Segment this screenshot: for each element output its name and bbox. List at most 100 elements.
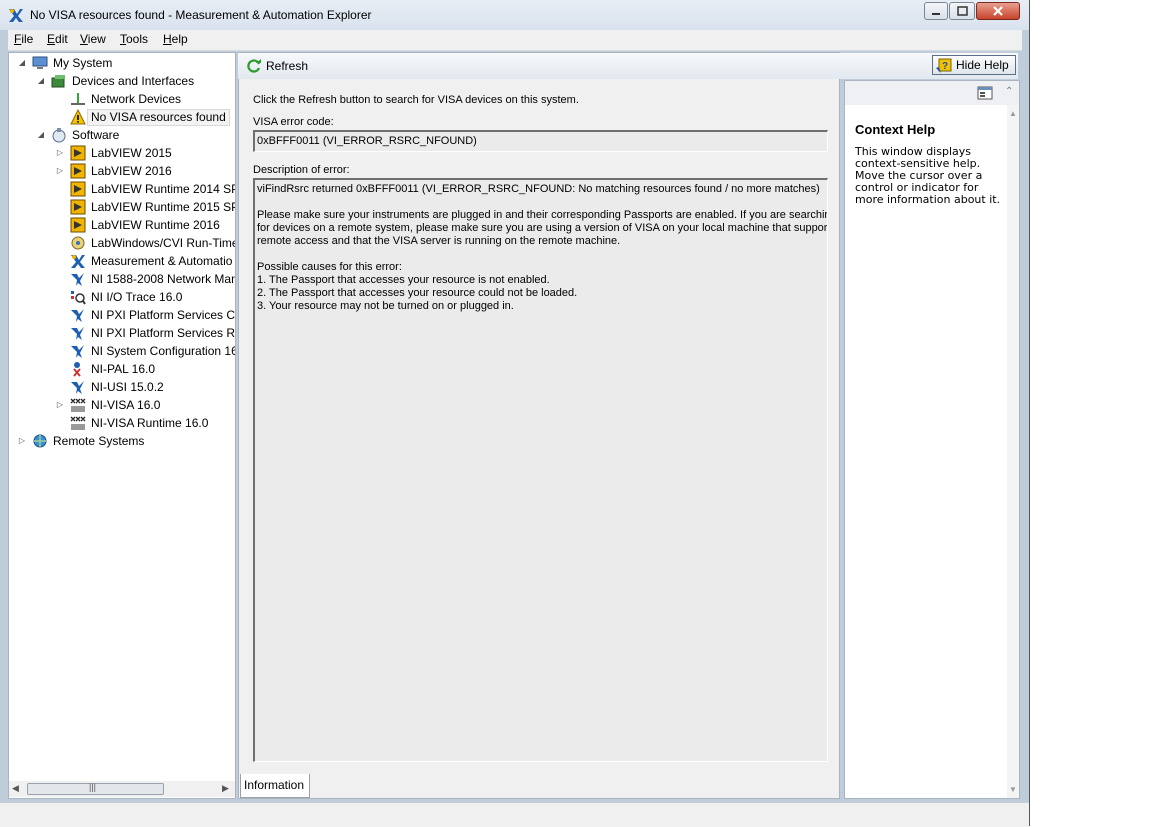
scroll-thumb[interactable]: ||| [27, 782, 164, 795]
tab-information[interactable]: Information [240, 774, 310, 798]
menu-file[interactable]: File [14, 32, 33, 46]
help-pane-header: ⌃ [845, 81, 1019, 105]
error-code-value: 0xBFFF0011 (VI_ERROR_RSRC_NFOUND) [257, 135, 477, 147]
io-trace-icon [71, 291, 86, 305]
configuration-tree[interactable]: ◢ My System ◢ Devices and Interfaces Net… [8, 52, 236, 799]
expand-icon[interactable]: ▷ [55, 162, 65, 180]
tree-label: LabVIEW Runtime 2014 SP1 [91, 182, 236, 196]
tree-label: NI-VISA 16.0 [91, 398, 161, 412]
help-body: This window displays context-sensitive h… [855, 145, 1001, 206]
close-button[interactable] [976, 2, 1020, 20]
collapse-icon[interactable]: ◢ [36, 72, 46, 90]
hide-help-label: Hide Help [956, 58, 1009, 72]
description-line: remote access and that the VISA server i… [257, 235, 621, 247]
tree-label: Measurement & Automatio [91, 254, 233, 268]
max-icon [71, 255, 85, 268]
svg-text:?: ? [942, 61, 948, 72]
tree-label: NI PXI Platform Services Ru [91, 326, 236, 340]
remote-systems-icon [33, 434, 47, 448]
expand-icon[interactable]: ▷ [55, 396, 65, 414]
tree-label: LabWindows/CVI Run-Time [91, 236, 236, 250]
tree-label: LabVIEW Runtime 2016 [91, 218, 220, 232]
app-icon [9, 9, 23, 22]
devices-icon [51, 75, 65, 88]
minimize-button[interactable] [924, 2, 948, 20]
description-line: 2. The Passport that accesses your resou… [257, 287, 578, 299]
collapse-icon[interactable]: ◢ [17, 54, 27, 72]
main-window: No VISA resources found - Measurement & … [0, 0, 1030, 827]
hide-help-button[interactable]: ? Hide Help [932, 55, 1016, 75]
tree-label: No VISA resources found [87, 109, 230, 126]
scroll-up-icon[interactable]: ▲ [1009, 109, 1017, 118]
tree-label: NI I/O Trace 16.0 [91, 290, 183, 304]
help-vertical-scrollbar[interactable]: ▲ ▼ [1007, 105, 1019, 798]
description-field[interactable]: viFindRsrc returned 0xBFFF0011 (VI_ERROR… [253, 178, 828, 762]
labview-runtime-icon [70, 217, 86, 233]
labview-runtime-icon [70, 199, 86, 215]
refresh-label: Refresh [266, 59, 309, 73]
scroll-right-icon[interactable]: ▶ [222, 783, 229, 794]
labview-icon [70, 163, 86, 179]
expand-icon[interactable]: ▷ [17, 432, 27, 450]
description-label: Description of error: [253, 164, 350, 176]
error-code-label: VISA error code: [253, 116, 334, 128]
refresh-icon [247, 59, 261, 73]
labview-runtime-icon [70, 181, 86, 197]
minimize-icon [932, 13, 940, 15]
error-code-field[interactable]: 0xBFFF0011 (VI_ERROR_RSRC_NFOUND) [253, 130, 828, 152]
tree-label: LabVIEW 2016 [91, 164, 172, 178]
description-line: Please make sure your instruments are pl… [257, 209, 828, 221]
help-title: Context Help [855, 122, 936, 137]
description-line: 3. Your resource may not be turned on or… [257, 300, 514, 312]
tab-label: Information [244, 778, 305, 792]
tree-label: Network Devices [91, 92, 182, 106]
title-bar: No VISA resources found - Measurement & … [0, 0, 1029, 30]
maximize-button[interactable] [949, 2, 975, 20]
tree-label: NI-VISA Runtime 16.0 [91, 416, 209, 430]
ni-eagle-icon [71, 381, 84, 394]
tree-label: LabVIEW Runtime 2015 SP1 [91, 200, 236, 214]
window-title: No VISA resources found - Measurement & … [30, 8, 372, 22]
tree-label: NI-USI 15.0.2 [91, 380, 164, 394]
ni-eagle-icon [71, 273, 84, 286]
help-icon: ? [936, 58, 952, 73]
maximize-icon [957, 6, 968, 16]
tree-horizontal-scrollbar[interactable]: ◀ ||| ▶ [9, 781, 235, 797]
collapse-icon[interactable]: ◢ [36, 126, 46, 144]
toolbar: Refresh ? Hide Help [238, 53, 1018, 79]
ni-visa-icon [70, 398, 86, 412]
chevron-up-icon[interactable]: ⌃ [1005, 86, 1013, 97]
refresh-button[interactable]: Refresh [244, 57, 308, 75]
menu-help[interactable]: Help [163, 32, 188, 46]
description-line: viFindRsrc returned 0xBFFF0011 (VI_ERROR… [257, 183, 820, 195]
ni-eagle-icon [71, 327, 84, 340]
scroll-left-icon[interactable]: ◀ [12, 783, 19, 794]
description-line: for devices on a remote system, please m… [257, 222, 828, 234]
network-icon [71, 93, 85, 105]
tree-label: NI System Configuration 16 [91, 344, 236, 358]
help-window-icon[interactable] [977, 85, 993, 101]
intro-text: Click the Refresh button to search for V… [253, 94, 579, 106]
tree-label: NI-PAL 16.0 [91, 362, 156, 376]
menu-view[interactable]: View [80, 32, 106, 46]
computer-icon [32, 56, 48, 69]
description-line: Possible causes for this error: [257, 261, 402, 273]
menu-tools[interactable]: Tools [120, 32, 148, 46]
menu-bar: File Edit View Tools Help [8, 30, 1022, 51]
description-line: 1. The Passport that accesses your resou… [257, 274, 550, 286]
menu-edit[interactable]: Edit [47, 32, 68, 46]
tree-label: Devices and Interfaces [72, 74, 195, 88]
ni-eagle-icon [71, 309, 84, 322]
expand-icon[interactable]: ▷ [55, 144, 65, 162]
tree-label: LabVIEW 2015 [91, 146, 172, 160]
ni-visa-icon [70, 416, 86, 430]
tree-label: Remote Systems [53, 434, 145, 448]
close-icon [993, 6, 1003, 16]
tree-label: Software [72, 128, 120, 142]
labview-icon [70, 145, 86, 161]
warning-icon [70, 109, 86, 125]
ni-eagle-icon [71, 345, 84, 358]
cvi-icon [71, 236, 85, 250]
information-panel: Click the Refresh button to search for V… [241, 82, 837, 772]
scroll-down-icon[interactable]: ▼ [1009, 785, 1017, 794]
